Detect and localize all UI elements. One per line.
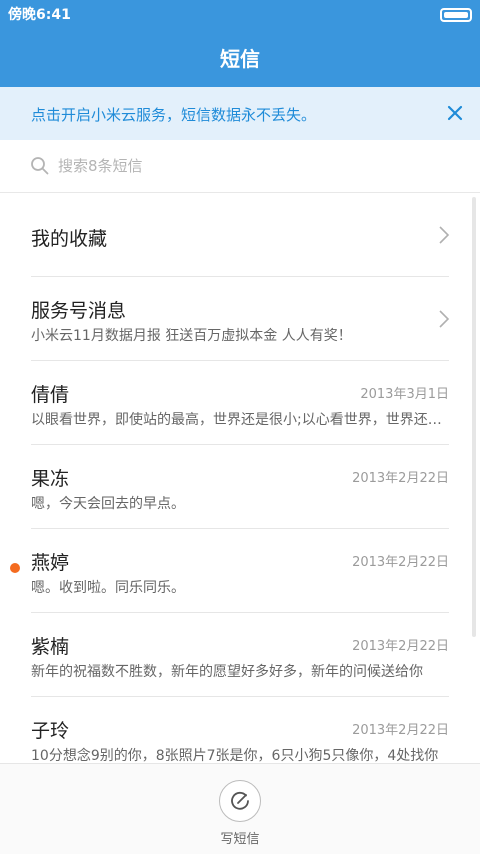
message-preview: 嗯，今天会回去的早点。 <box>31 496 185 512</box>
service-preview: 小米云11月数据月报 狂送百万虚拟本金 人人有奖！ <box>31 328 352 344</box>
bottom-bar: 写短信 <box>0 763 480 854</box>
chevron-right-icon <box>439 310 450 328</box>
contact-name: 倩倩 <box>31 384 70 406</box>
favorites-item[interactable]: 我的收藏 <box>0 193 480 277</box>
compose-button[interactable] <box>219 780 261 822</box>
conversation-item[interactable]: 燕婷 2013年2月22日 嗯。收到啦。同乐同乐。 <box>0 529 480 613</box>
conversation-item[interactable]: 果冻 2013年2月22日 嗯，今天会回去的早点。 <box>0 445 480 529</box>
message-date: 2013年2月22日 <box>352 471 449 486</box>
conversation-item[interactable]: 子玲 2013年2月22日 10分想念9别的你，8张照片7张是你，6只小狗5只像… <box>0 697 480 763</box>
favorites-label: 我的收藏 <box>31 228 108 250</box>
search-bar[interactable] <box>0 140 480 193</box>
search-icon <box>30 156 50 176</box>
scrollbar[interactable] <box>472 197 476 637</box>
contact-name: 紫楠 <box>31 636 70 658</box>
message-date: 2013年2月22日 <box>352 555 449 570</box>
status-time: 傍晚6:41 <box>8 7 71 23</box>
contact-name: 燕婷 <box>31 552 70 574</box>
message-preview: 新年的祝福数不胜数，新年的愿望好多好多，新年的问候送给你 <box>31 664 423 680</box>
service-title: 服务号消息 <box>31 300 127 322</box>
banner-text[interactable]: 点击开启小米云服务，短信数据永不丢失。 <box>31 104 316 125</box>
contact-name: 果冻 <box>31 468 70 490</box>
message-preview: 10分想念9别的你，8张照片7张是你，6只小狗5只像你，4处找你 <box>31 748 439 763</box>
close-icon[interactable] <box>440 98 470 128</box>
conversation-item[interactable]: 倩倩 2013年3月1日 以眼看世界，即使站的最高，世界还是很小;以心看世界，世… <box>0 361 480 445</box>
message-date: 2013年3月1日 <box>360 387 449 402</box>
page-title: 短信 <box>220 47 260 71</box>
message-date: 2013年2月22日 <box>352 639 449 654</box>
message-preview: 以眼看世界，即使站的最高，世界还是很小;以心看世界，世界还是很大 <box>31 412 449 428</box>
chevron-right-icon <box>439 226 450 244</box>
compose-icon <box>231 791 249 810</box>
contact-name: 子玲 <box>31 720 70 742</box>
conversation-item[interactable]: 紫楠 2013年2月22日 新年的祝福数不胜数，新年的愿望好多好多，新年的问候送… <box>0 613 480 697</box>
title-bar: 短信 <box>0 26 480 87</box>
conversation-list[interactable]: 我的收藏 服务号消息 小米云11月数据月报 狂送百万虚拟本金 人人有奖！ 倩倩 … <box>0 193 480 763</box>
message-preview: 嗯。收到啦。同乐同乐。 <box>31 580 185 596</box>
cloud-banner[interactable]: 点击开启小米云服务，短信数据永不丢失。 <box>0 87 480 140</box>
status-bar: 傍晚6:41 <box>0 0 480 26</box>
service-messages-item[interactable]: 服务号消息 小米云11月数据月报 狂送百万虚拟本金 人人有奖！ <box>0 277 480 361</box>
compose-label[interactable]: 写短信 <box>0 828 480 847</box>
unread-dot <box>10 563 20 573</box>
message-date: 2013年2月22日 <box>352 723 449 738</box>
search-input[interactable] <box>58 154 438 178</box>
battery-icon <box>440 8 472 22</box>
